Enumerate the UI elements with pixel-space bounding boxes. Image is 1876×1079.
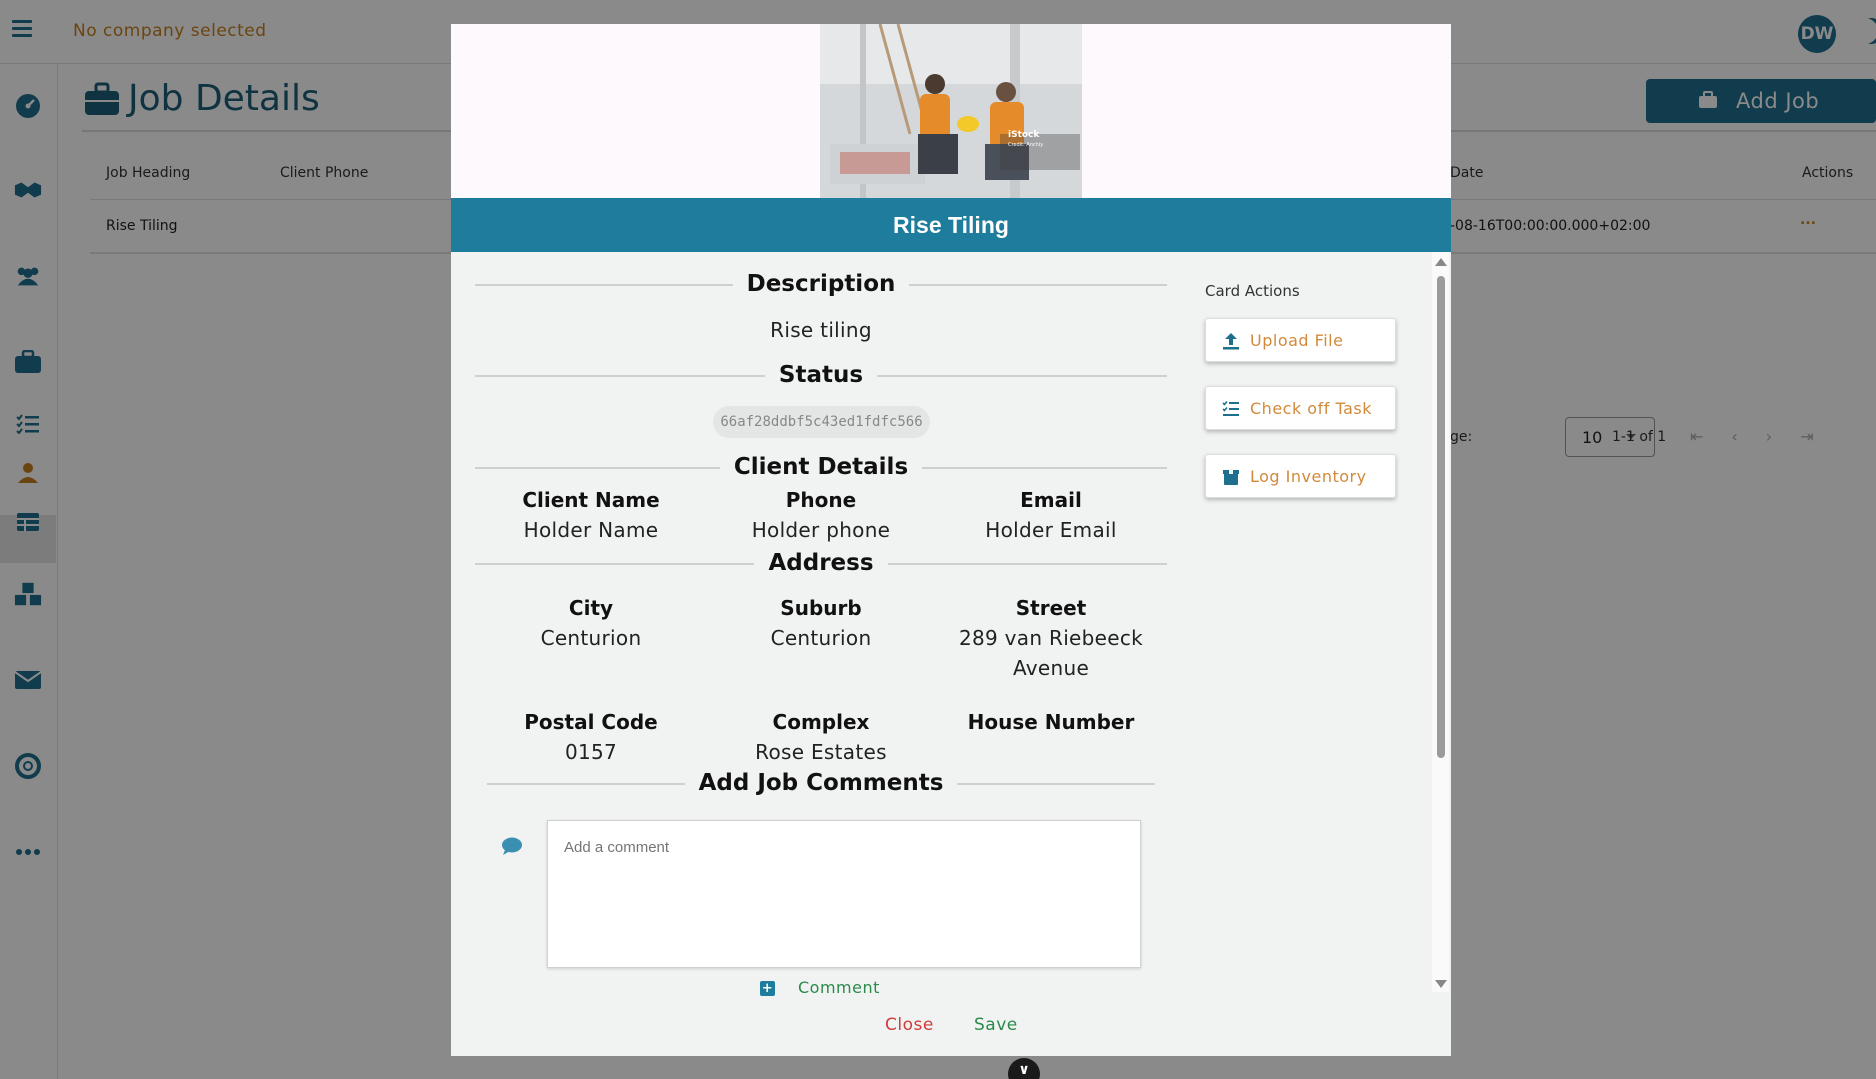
city-label: City	[568, 596, 614, 620]
street-value-line1: 289 van Riebeeck	[958, 626, 1144, 650]
checklist-icon	[1222, 400, 1239, 416]
upload-file-label: Upload File	[1250, 330, 1344, 350]
suburb-label: Suburb	[780, 596, 862, 620]
suburb-value: Centurion	[770, 626, 872, 650]
client-email-label: Email	[1020, 488, 1082, 512]
box-icon	[1223, 469, 1239, 485]
plus-square-icon: +	[760, 981, 775, 996]
image-credit: Credit: Anchiy	[1008, 142, 1043, 148]
description-value: Rise tiling	[770, 318, 872, 342]
client-details-heading: Client Details	[475, 454, 1167, 480]
scroll-down-arrow[interactable]	[1435, 980, 1447, 988]
image-watermark: iStock	[1008, 130, 1040, 140]
postal-code-label: Postal Code	[524, 710, 658, 734]
client-phone-value: Holder phone	[751, 518, 891, 542]
complex-value: Rose Estates	[755, 740, 887, 764]
modal-title: Rise Tiling	[451, 198, 1451, 252]
city-value: Centurion	[540, 626, 642, 650]
description-heading: Description	[475, 271, 1167, 297]
close-button[interactable]: Close	[885, 1015, 934, 1035]
postal-code-value: 0157	[564, 740, 618, 764]
house-number-label: House Number	[967, 710, 1135, 734]
scrollbar-thumb[interactable]	[1437, 276, 1445, 758]
comment-icon	[502, 837, 522, 855]
image-band: iStock Credit: Anchiy	[451, 24, 1451, 198]
log-inventory-label: Log Inventory	[1250, 466, 1367, 486]
status-heading: Status	[475, 362, 1167, 388]
upload-icon	[1223, 333, 1239, 350]
complex-label: Complex	[772, 710, 870, 734]
address-heading: Address	[475, 550, 1167, 576]
comment-input[interactable]	[547, 820, 1141, 968]
card-actions-title: Card Actions	[1205, 282, 1300, 300]
client-phone-label: Phone	[785, 488, 857, 512]
street-value-line2: Avenue	[1012, 656, 1090, 680]
add-comment-button[interactable]: + Comment	[760, 978, 880, 997]
add-comment-label: Comment	[798, 978, 880, 997]
status-badge: 66af28ddbf5c43ed1fdfc566	[713, 406, 930, 438]
save-button[interactable]: Save	[974, 1015, 1018, 1035]
check-off-task-label: Check off Task	[1250, 398, 1372, 418]
check-off-task-button[interactable]: Check off Task	[1205, 386, 1396, 430]
comments-heading: Add Job Comments	[487, 770, 1155, 796]
street-label: Street	[1015, 596, 1087, 620]
scroll-up-arrow[interactable]	[1435, 258, 1447, 266]
upload-file-button[interactable]: Upload File	[1205, 318, 1396, 362]
log-inventory-button[interactable]: Log Inventory	[1205, 454, 1396, 498]
client-email-value: Holder Email	[985, 518, 1117, 542]
job-image: iStock Credit: Anchiy	[820, 24, 1082, 198]
client-name-value: Holder Name	[523, 518, 659, 542]
client-name-label: Client Name	[522, 488, 660, 512]
